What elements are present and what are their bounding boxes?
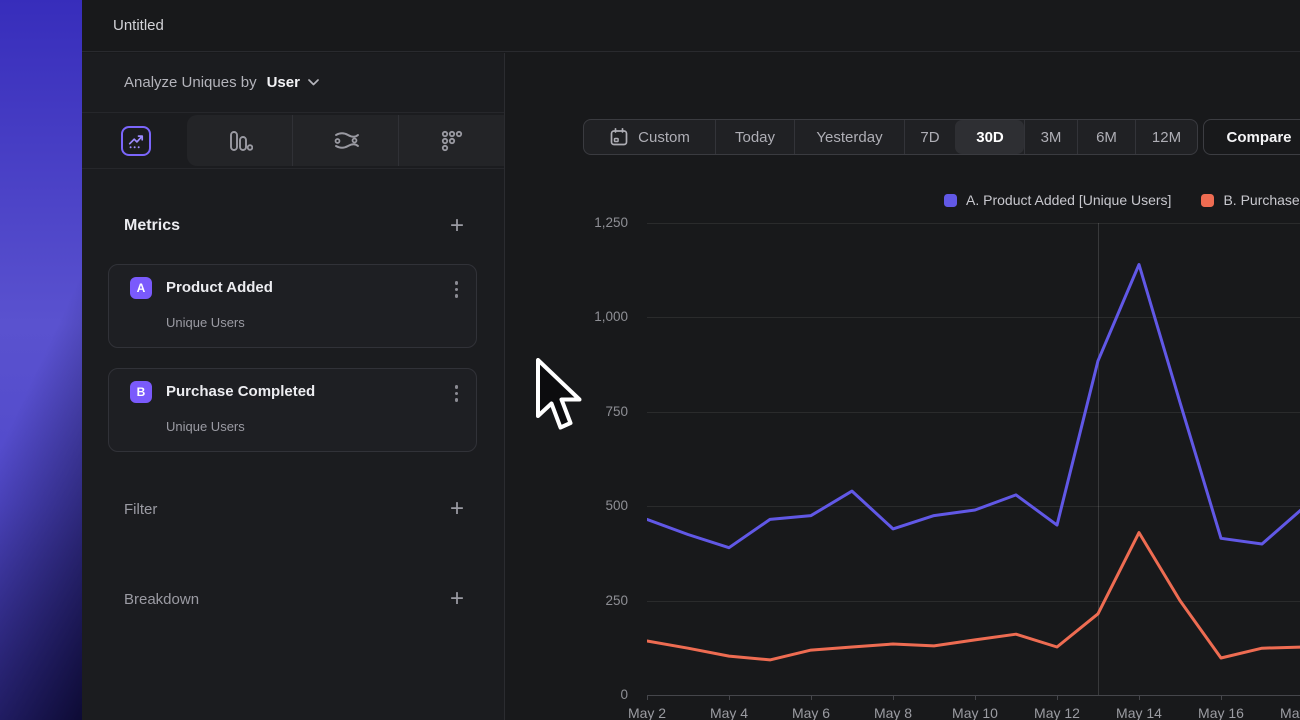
- filter-header: Filter +: [124, 499, 464, 519]
- analytics-app-window: Untitled Analyze Uniques by User: [0, 0, 1300, 720]
- y-tick-label: 250: [568, 593, 628, 608]
- add-filter-button[interactable]: +: [450, 499, 464, 519]
- chart-panel: Custom Today Yesterday 7D 30D 3M 6M 12M …: [505, 53, 1300, 720]
- x-tick-mark: [975, 696, 976, 700]
- chevron-down-icon[interactable]: [308, 79, 319, 86]
- x-tick-label: May 8: [874, 705, 912, 720]
- tab-strip: [187, 115, 504, 166]
- x-tick-mark: [893, 696, 894, 700]
- y-tick-label: 750: [568, 404, 628, 419]
- metrics-header: Metrics +: [124, 216, 464, 236]
- kebab-menu-icon[interactable]: [455, 281, 459, 298]
- chart-series-canvas: [647, 223, 1300, 695]
- x-tick-mark: [811, 696, 812, 700]
- series-line-product-added: [647, 265, 1300, 548]
- x-tick-label: May 4: [710, 705, 748, 720]
- tab-flows[interactable]: [292, 115, 398, 166]
- metric-subtitle[interactable]: Unique Users: [166, 315, 245, 330]
- metric-badge-b: B: [130, 381, 152, 403]
- metric-name[interactable]: Product Added: [166, 279, 273, 296]
- metric-name[interactable]: Purchase Completed: [166, 383, 315, 400]
- report-title: Untitled: [113, 17, 164, 34]
- tab-funnels[interactable]: [187, 115, 292, 166]
- metric-card-a[interactable]: A Product Added Unique Users: [108, 264, 477, 348]
- analyze-value-dropdown[interactable]: User: [267, 74, 300, 91]
- add-breakdown-button[interactable]: +: [450, 589, 464, 609]
- line-chart-icon: [127, 132, 145, 150]
- breakdown-title: Breakdown: [124, 591, 199, 608]
- x-tick-mark: [729, 696, 730, 700]
- tab-retention[interactable]: [398, 115, 504, 166]
- x-tick-label: May 2: [628, 705, 666, 720]
- y-tick-label: 1,250: [568, 215, 628, 230]
- retention-grid-icon: [439, 128, 465, 154]
- top-bar: Untitled: [82, 0, 1300, 52]
- metric-badge-a: A: [130, 277, 152, 299]
- y-tick-label: 1,000: [568, 309, 628, 324]
- series-line-purchase-completed: [647, 533, 1300, 660]
- x-tick-mark: [1057, 696, 1058, 700]
- x-tick-label: May 6: [792, 705, 830, 720]
- bar-chart-icon: [227, 129, 253, 153]
- x-tick-label: May 18: [1280, 705, 1300, 720]
- x-axis-line: [647, 695, 1300, 696]
- metric-card-b[interactable]: B Purchase Completed Unique Users: [108, 368, 477, 452]
- flows-icon: [332, 130, 360, 152]
- decorative-gradient-edge: [0, 0, 82, 720]
- kebab-menu-icon[interactable]: [455, 385, 459, 402]
- metrics-title: Metrics: [124, 217, 180, 235]
- breakdown-header: Breakdown +: [124, 589, 464, 609]
- x-tick-mark: [1221, 696, 1222, 700]
- add-metric-button[interactable]: +: [450, 216, 464, 236]
- y-tick-label: 500: [568, 498, 628, 513]
- analyze-uniques-row: Analyze Uniques by User: [82, 53, 504, 113]
- x-tick-label: May 16: [1198, 705, 1244, 720]
- x-tick-label: May 12: [1034, 705, 1080, 720]
- x-tick-mark: [647, 696, 648, 700]
- x-tick-label: May 10: [952, 705, 998, 720]
- tab-insights[interactable]: [121, 126, 151, 156]
- analyze-label: Analyze Uniques by: [124, 74, 257, 91]
- filter-title: Filter: [124, 501, 157, 518]
- query-builder-sidebar: Analyze Uniques by User: [82, 53, 505, 720]
- x-tick-mark: [1139, 696, 1140, 700]
- chart-type-tabs: [82, 113, 504, 169]
- line-chart-plot[interactable]: 0 250 500 750 1,000 1,250 May 2 May 4 May 6 May 8…: [505, 53, 1300, 720]
- x-tick-label: May 14: [1116, 705, 1162, 720]
- metric-subtitle[interactable]: Unique Users: [166, 419, 245, 434]
- y-tick-label: 0: [568, 687, 628, 702]
